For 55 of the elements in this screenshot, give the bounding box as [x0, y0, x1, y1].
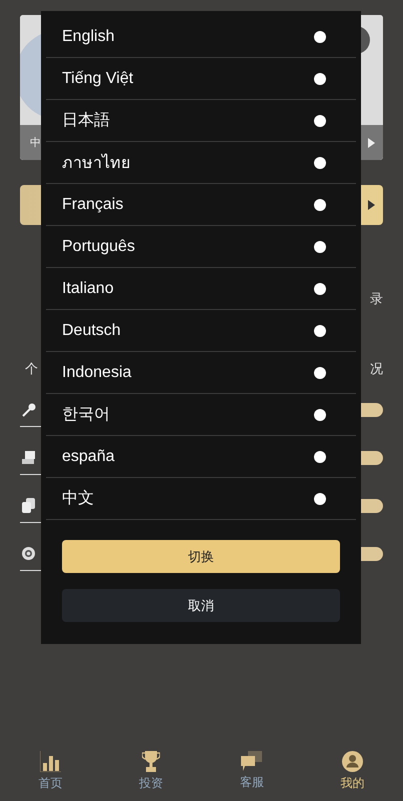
section-title: 个: [25, 361, 38, 378]
switch-button[interactable]: 切换: [62, 540, 340, 573]
bar-chart-icon: [40, 750, 61, 772]
language-label: Français: [62, 196, 124, 214]
radio-button[interactable]: [314, 114, 326, 126]
language-option[interactable]: Tiếng Việt: [46, 58, 356, 100]
radio-button[interactable]: [314, 156, 326, 168]
radio-button[interactable]: [314, 450, 326, 462]
radio-button[interactable]: [314, 492, 326, 504]
banner-caption: 中: [30, 135, 41, 150]
language-label: Português: [62, 238, 135, 256]
language-label: Deutsch: [62, 322, 121, 340]
language-label: españa: [62, 448, 114, 466]
language-option[interactable]: Deutsch: [46, 310, 356, 352]
chat-icon: [241, 751, 262, 771]
tab-bar-item[interactable]: 我的: [302, 750, 403, 792]
language-option[interactable]: Italiano: [46, 268, 356, 310]
shortcut-label: 录: [370, 291, 383, 308]
language-label: Indonesia: [62, 364, 132, 382]
language-option[interactable]: 中文: [46, 478, 356, 520]
language-label: 한국어: [62, 405, 110, 425]
trophy-icon: [142, 750, 160, 772]
tab-bar-item[interactable]: 首页: [0, 750, 101, 792]
target-icon: [22, 547, 35, 560]
radio-button[interactable]: [314, 282, 326, 294]
user-icon: [342, 750, 364, 772]
language-label: Italiano: [62, 280, 114, 298]
radio-button[interactable]: [314, 366, 326, 378]
language-option[interactable]: españa: [46, 436, 356, 478]
language-label: Tiếng Việt: [62, 70, 134, 88]
radio-button[interactable]: [314, 30, 326, 42]
language-label: English: [62, 28, 114, 46]
radio-button[interactable]: [314, 240, 326, 252]
language-label: ภาษาไทย: [62, 152, 130, 174]
language-option[interactable]: 日本語: [46, 100, 356, 142]
radio-button[interactable]: [314, 324, 326, 336]
language-option[interactable]: 한국어: [46, 394, 356, 436]
radio-button[interactable]: [314, 72, 326, 84]
tab-bar-item[interactable]: 客服: [202, 751, 302, 791]
language-option[interactable]: Português: [46, 226, 356, 268]
tab-bar-item[interactable]: 投资: [100, 750, 202, 792]
language-label: 日本語: [62, 110, 110, 131]
cancel-button[interactable]: 取消: [62, 589, 340, 622]
copy-icon: [22, 498, 35, 513]
radio-button[interactable]: [314, 198, 326, 210]
language-option[interactable]: Indonesia: [46, 352, 356, 394]
key-icon: [22, 402, 36, 416]
stamp-icon: [22, 451, 36, 464]
chevron-icon: [368, 200, 375, 210]
language-option[interactable]: Français: [46, 184, 356, 226]
language-label: 中文: [62, 488, 94, 509]
language-option[interactable]: English: [46, 16, 356, 58]
radio-button[interactable]: [314, 408, 326, 420]
next-arrow-icon[interactable]: [368, 138, 375, 148]
language-option[interactable]: ภาษาไทย: [46, 142, 356, 184]
